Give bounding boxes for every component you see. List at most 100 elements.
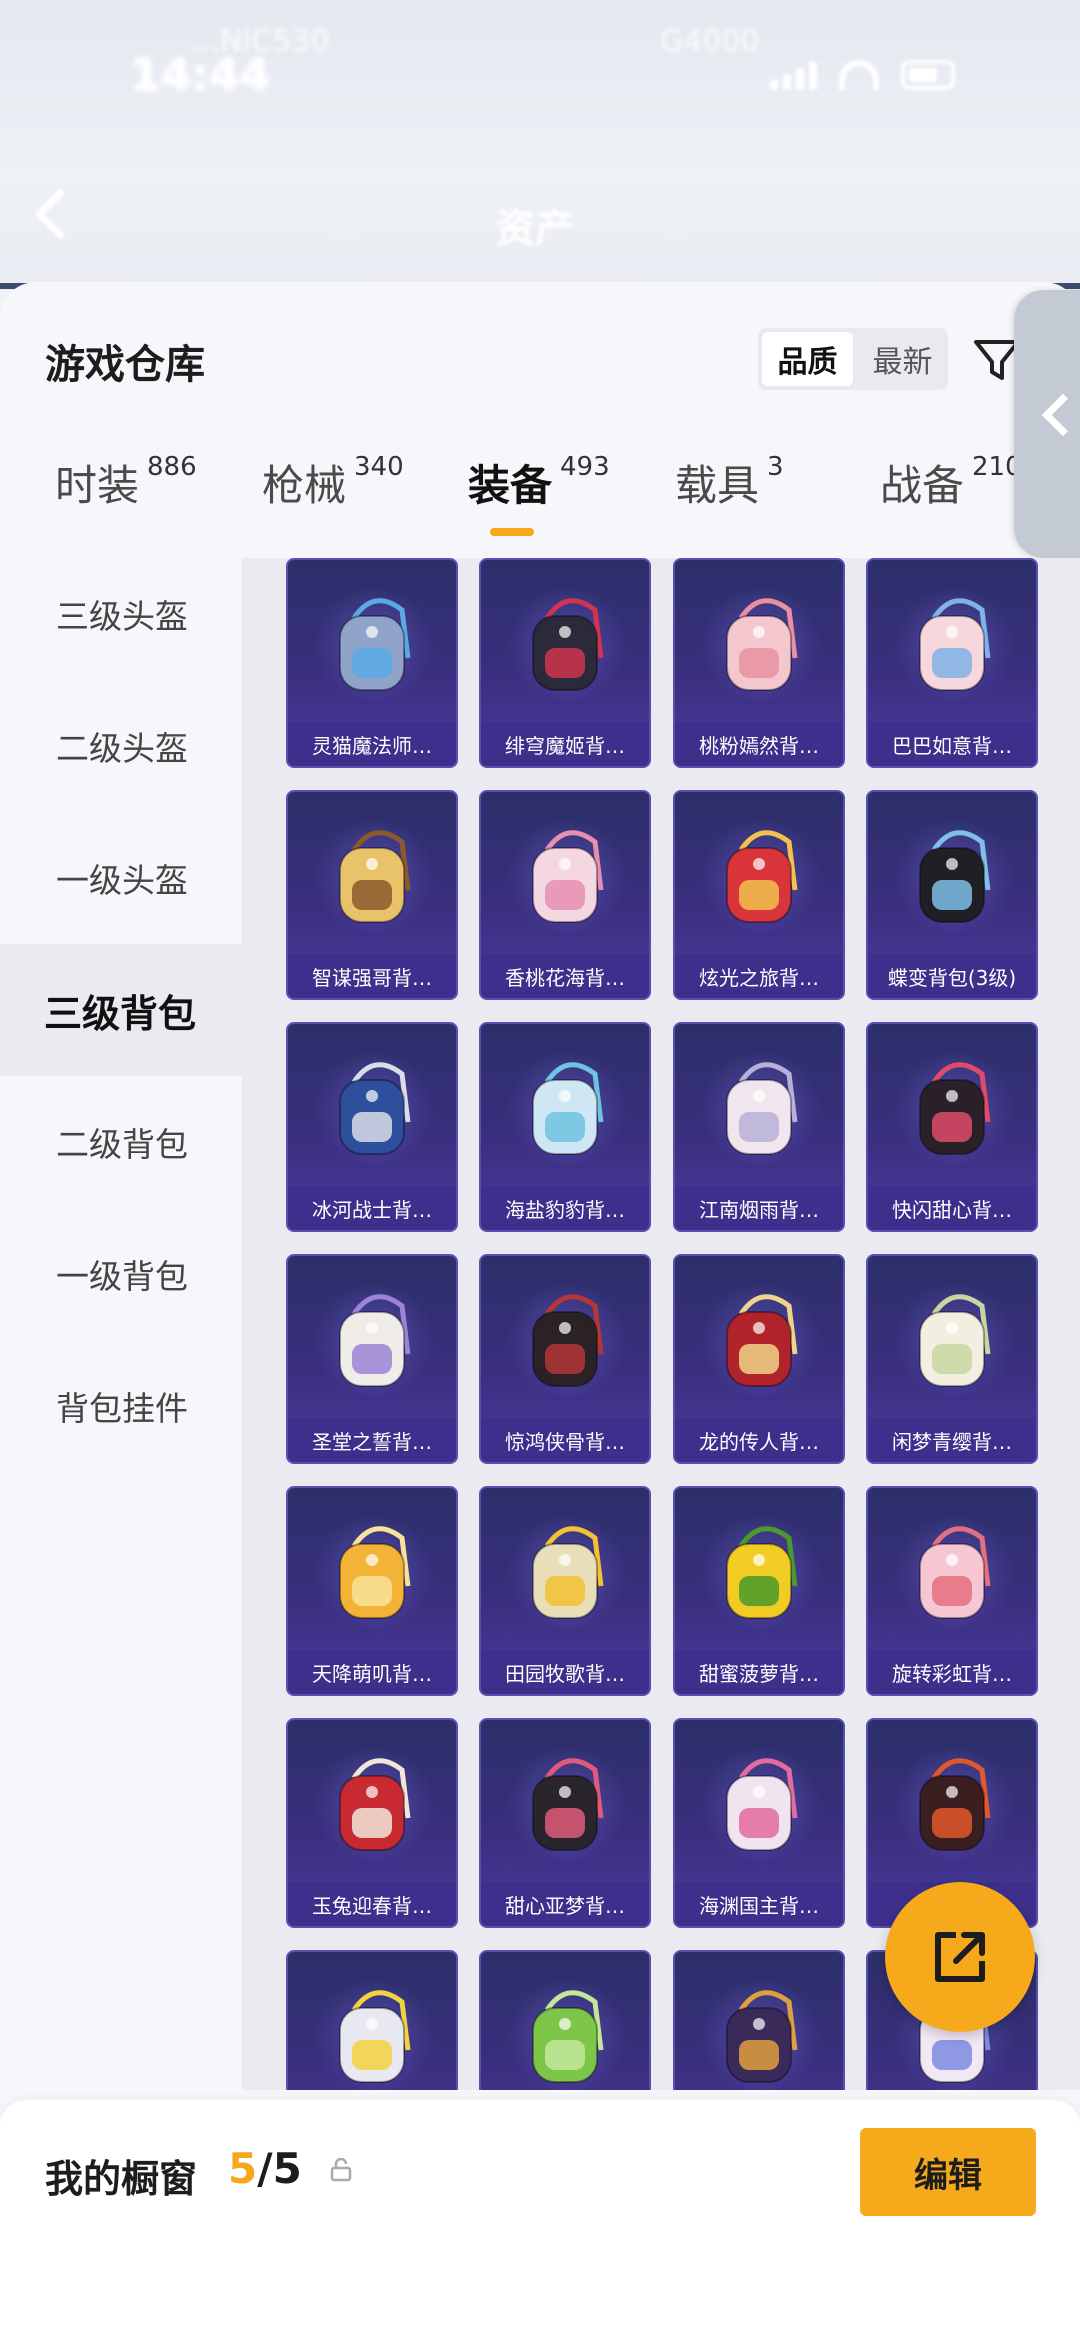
backpack-icon [919, 1294, 991, 1387]
backpack-icon [726, 1062, 798, 1155]
item-card[interactable]: 玉兔迎春背… [286, 1718, 458, 1928]
item-card[interactable] [479, 1950, 651, 2090]
item-name: 冰河战士背… [288, 1186, 456, 1230]
item-name: 江南烟雨背… [675, 1186, 843, 1230]
item-grid: 灵猫魔法师… 绯穹魔姬背… 桃粉嫣然背… 巴巴如意背… 智谋强哥背… 香桃花海背… 炫光之旅… [242, 558, 1080, 2090]
item-card[interactable]: 巴巴如意背… [866, 558, 1038, 768]
item-name: 蝶变背包(3级) [868, 954, 1036, 998]
item-card[interactable]: 快闪甜心背… [866, 1022, 1038, 1232]
item-name: 巴巴如意背… [868, 722, 1036, 766]
subcategory-helmet-lv3[interactable]: 三级头盔 [0, 548, 242, 680]
category-tabs: 时装 886 枪械 340 装备 493 载具 3 战备 210 [0, 452, 1080, 542]
item-name: 玉兔迎春背… [288, 1882, 456, 1926]
subcategory-helmet-lv2[interactable]: 二级头盔 [0, 680, 242, 812]
item-name: 智谋强哥背… [288, 954, 456, 998]
sort-quality-button[interactable]: 品质 [762, 332, 853, 386]
subcategory-helmet-lv1[interactable]: 一级头盔 [0, 812, 242, 944]
tab-vehicles[interactable]: 载具 3 [675, 452, 784, 513]
backpack-icon [726, 598, 798, 691]
item-name: 快闪甜心背… [868, 1186, 1036, 1230]
subcategory-backpack-pendant[interactable]: 背包挂件 [0, 1340, 242, 1472]
showcase-count: 5/5 [228, 2144, 302, 2193]
item-name: 桃粉嫣然背… [675, 722, 843, 766]
signal-icon [770, 62, 817, 90]
subcategory-backpack-lv3[interactable]: 三级背包 [0, 944, 242, 1076]
tab-firearms[interactable]: 枪械 340 [262, 452, 404, 513]
tab-fashion[interactable]: 时装 886 [55, 452, 197, 513]
item-card[interactable]: 天降萌叽背… [286, 1486, 458, 1696]
lock-icon [330, 2158, 352, 2182]
item-card[interactable]: 惊鸿侠骨背… [479, 1254, 651, 1464]
chevron-left-icon [1041, 393, 1080, 437]
item-name: 闲梦青缨背… [868, 1418, 1036, 1462]
page-title: 资产 [495, 206, 575, 252]
tab-count: 3 [767, 452, 784, 482]
backpack-icon [339, 598, 411, 691]
item-card[interactable]: 智谋强哥背… [286, 790, 458, 1000]
top-bar: 14:44 …NIC530 G4000 … 资产 … [0, 0, 1080, 290]
showcase-bar: 我的橱窗 5/5 编辑 [0, 2100, 1080, 2341]
backpack-icon [532, 598, 604, 691]
tab-equipment[interactable]: 装备 493 [468, 452, 610, 513]
item-name: 龙的传人背… [675, 1418, 843, 1462]
item-card[interactable]: 闲梦青缨背… [866, 1254, 1038, 1464]
item-card[interactable]: 旋转彩虹背… [866, 1486, 1038, 1696]
item-card[interactable]: 江南烟雨背… [673, 1022, 845, 1232]
battery-icon [901, 60, 955, 90]
item-card[interactable]: 海盐豹豹背… [479, 1022, 651, 1232]
item-card[interactable]: 甜蜜菠萝背… [673, 1486, 845, 1696]
item-name: 甜蜜菠萝背… [675, 1650, 843, 1694]
backpack-icon [532, 1062, 604, 1155]
item-name: 惊鸿侠骨背… [481, 1418, 649, 1462]
item-card[interactable]: 绯穹魔姬背… [479, 558, 651, 768]
item-card[interactable] [673, 1950, 845, 2090]
tab-count: 886 [147, 452, 197, 482]
item-name: 海盐豹豹背… [481, 1186, 649, 1230]
subcategory-backpack-lv2[interactable]: 二级背包 [0, 1076, 242, 1208]
backpack-icon [919, 830, 991, 923]
item-card[interactable]: 香桃花海背… [479, 790, 651, 1000]
backpack-icon [919, 1758, 991, 1851]
item-card[interactable]: 冰河战士背… [286, 1022, 458, 1232]
item-name: 田园牧歌背… [481, 1650, 649, 1694]
item-name: 绯穹魔姬背… [481, 722, 649, 766]
tab-count: 493 [560, 452, 610, 482]
tab-count: 340 [354, 452, 404, 482]
tab-label: 战备 [880, 461, 965, 510]
active-tab-indicator [490, 528, 534, 536]
share-external-icon [935, 1932, 985, 1982]
sheet-title: 游戏仓库 [45, 342, 205, 388]
item-card[interactable]: 灵猫魔法师… [286, 558, 458, 768]
backpack-icon [532, 1294, 604, 1387]
showcase-count-total: /5 [257, 2144, 302, 2193]
item-name: 甜心亚梦背… [481, 1882, 649, 1926]
item-card[interactable]: 炫光之旅背… [673, 790, 845, 1000]
item-card[interactable]: 桃粉嫣然背… [673, 558, 845, 768]
share-button[interactable] [885, 1882, 1035, 2032]
back-chevron-left-icon[interactable] [34, 188, 86, 240]
item-card[interactable]: 龙的传人背… [673, 1254, 845, 1464]
item-card[interactable]: 圣堂之誓背… [286, 1254, 458, 1464]
backpack-icon [532, 1758, 604, 1851]
item-name: 天降萌叽背… [288, 1650, 456, 1694]
backpack-icon [339, 830, 411, 923]
sort-newest-button[interactable]: 最新 [857, 328, 948, 390]
item-card[interactable]: 田园牧歌背… [479, 1486, 651, 1696]
status-right-ghost: G4000 [660, 24, 760, 59]
backpack-icon [919, 1526, 991, 1619]
subcategory-backpack-lv1[interactable]: 一级背包 [0, 1208, 242, 1340]
tab-label: 枪械 [262, 461, 347, 510]
nav-ghost-left: … [330, 208, 358, 241]
tab-combat-supplies[interactable]: 战备 210 [880, 452, 1022, 513]
backpack-icon [532, 830, 604, 923]
tab-label: 载具 [675, 461, 760, 510]
backpack-icon [339, 1990, 411, 2083]
side-drawer-handle[interactable] [1014, 290, 1080, 558]
item-card[interactable] [286, 1950, 458, 2090]
backpack-icon [919, 1062, 991, 1155]
edit-button[interactable]: 编辑 [860, 2128, 1036, 2216]
item-card[interactable]: 海渊国主背… [673, 1718, 845, 1928]
item-card[interactable]: 蝶变背包(3级) [866, 790, 1038, 1000]
backpack-icon [339, 1062, 411, 1155]
item-card[interactable]: 甜心亚梦背… [479, 1718, 651, 1928]
